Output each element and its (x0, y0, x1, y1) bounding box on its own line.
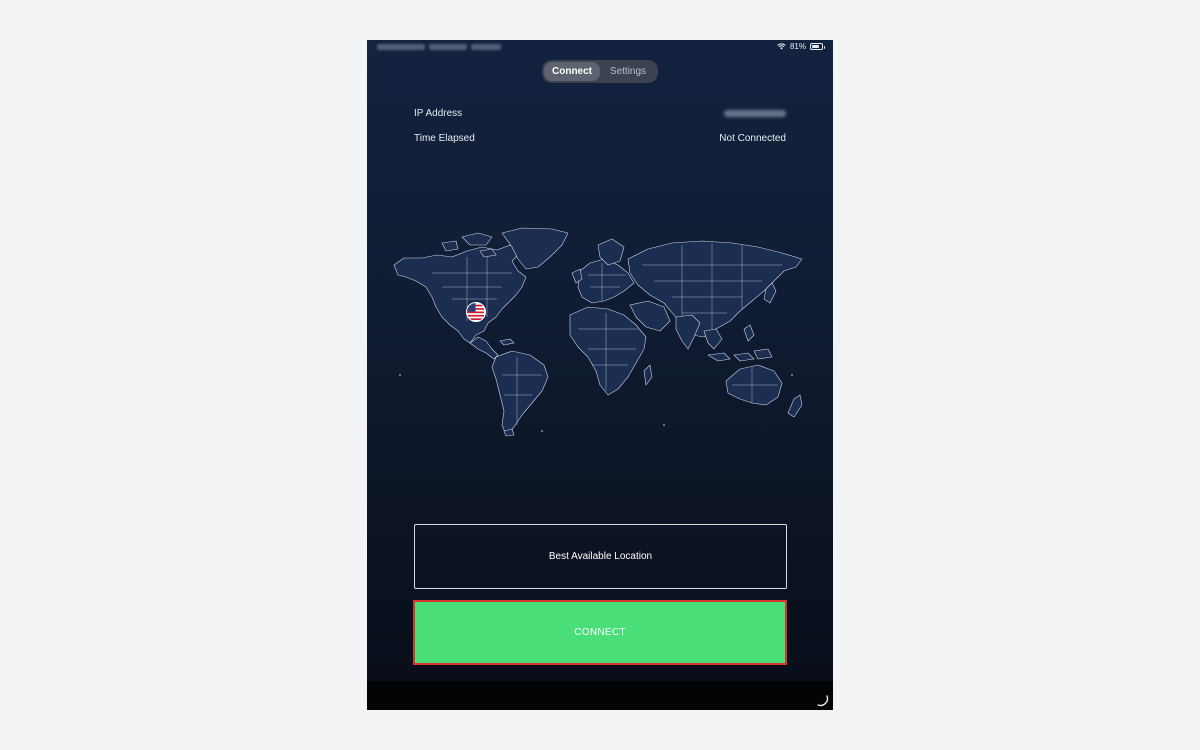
bottom-bar (367, 681, 833, 710)
connect-button-label: CONNECT (574, 627, 626, 638)
app-window: 81% Connect Settings IP Address Time Ela… (367, 40, 833, 710)
map-new-zealand (787, 394, 803, 418)
segmented-control: Connect Settings (542, 60, 658, 83)
battery-level (812, 45, 820, 48)
map-south-america (491, 350, 549, 436)
us-flag-icon[interactable] (466, 302, 486, 322)
world-map-graphic (393, 227, 803, 437)
us-flag-graphic (467, 303, 484, 320)
map-central-america (469, 336, 499, 360)
map-india (675, 314, 701, 350)
status-bar: 81% (367, 40, 833, 56)
map-north-america (393, 244, 527, 344)
map-africa (569, 306, 647, 396)
loading-spinner-icon (817, 695, 829, 707)
battery-icon (810, 43, 825, 50)
world-map[interactable] (392, 225, 810, 437)
map-indonesia (707, 348, 773, 362)
status-indicators: 81% (777, 42, 825, 51)
tab-connect[interactable]: Connect (544, 62, 600, 81)
tab-settings[interactable]: Settings (600, 62, 656, 81)
location-selector[interactable]: Best Available Location (414, 524, 787, 589)
time-elapsed-value: Not Connected (719, 132, 786, 144)
ip-address-value-blurred (724, 109, 786, 117)
map-europe (577, 258, 635, 304)
ip-address-label: IP Address (414, 107, 463, 119)
time-elapsed-label: Time Elapsed (414, 132, 475, 144)
status-carrier-blurred (377, 44, 502, 51)
ip-address-row: IP Address (414, 106, 786, 120)
battery-percentage: 81% (789, 42, 806, 51)
wifi-icon (777, 43, 786, 50)
connect-button[interactable]: CONNECT (413, 600, 787, 665)
time-elapsed-row: Time Elapsed Not Connected (414, 131, 786, 145)
location-label: Best Available Location (548, 551, 653, 562)
